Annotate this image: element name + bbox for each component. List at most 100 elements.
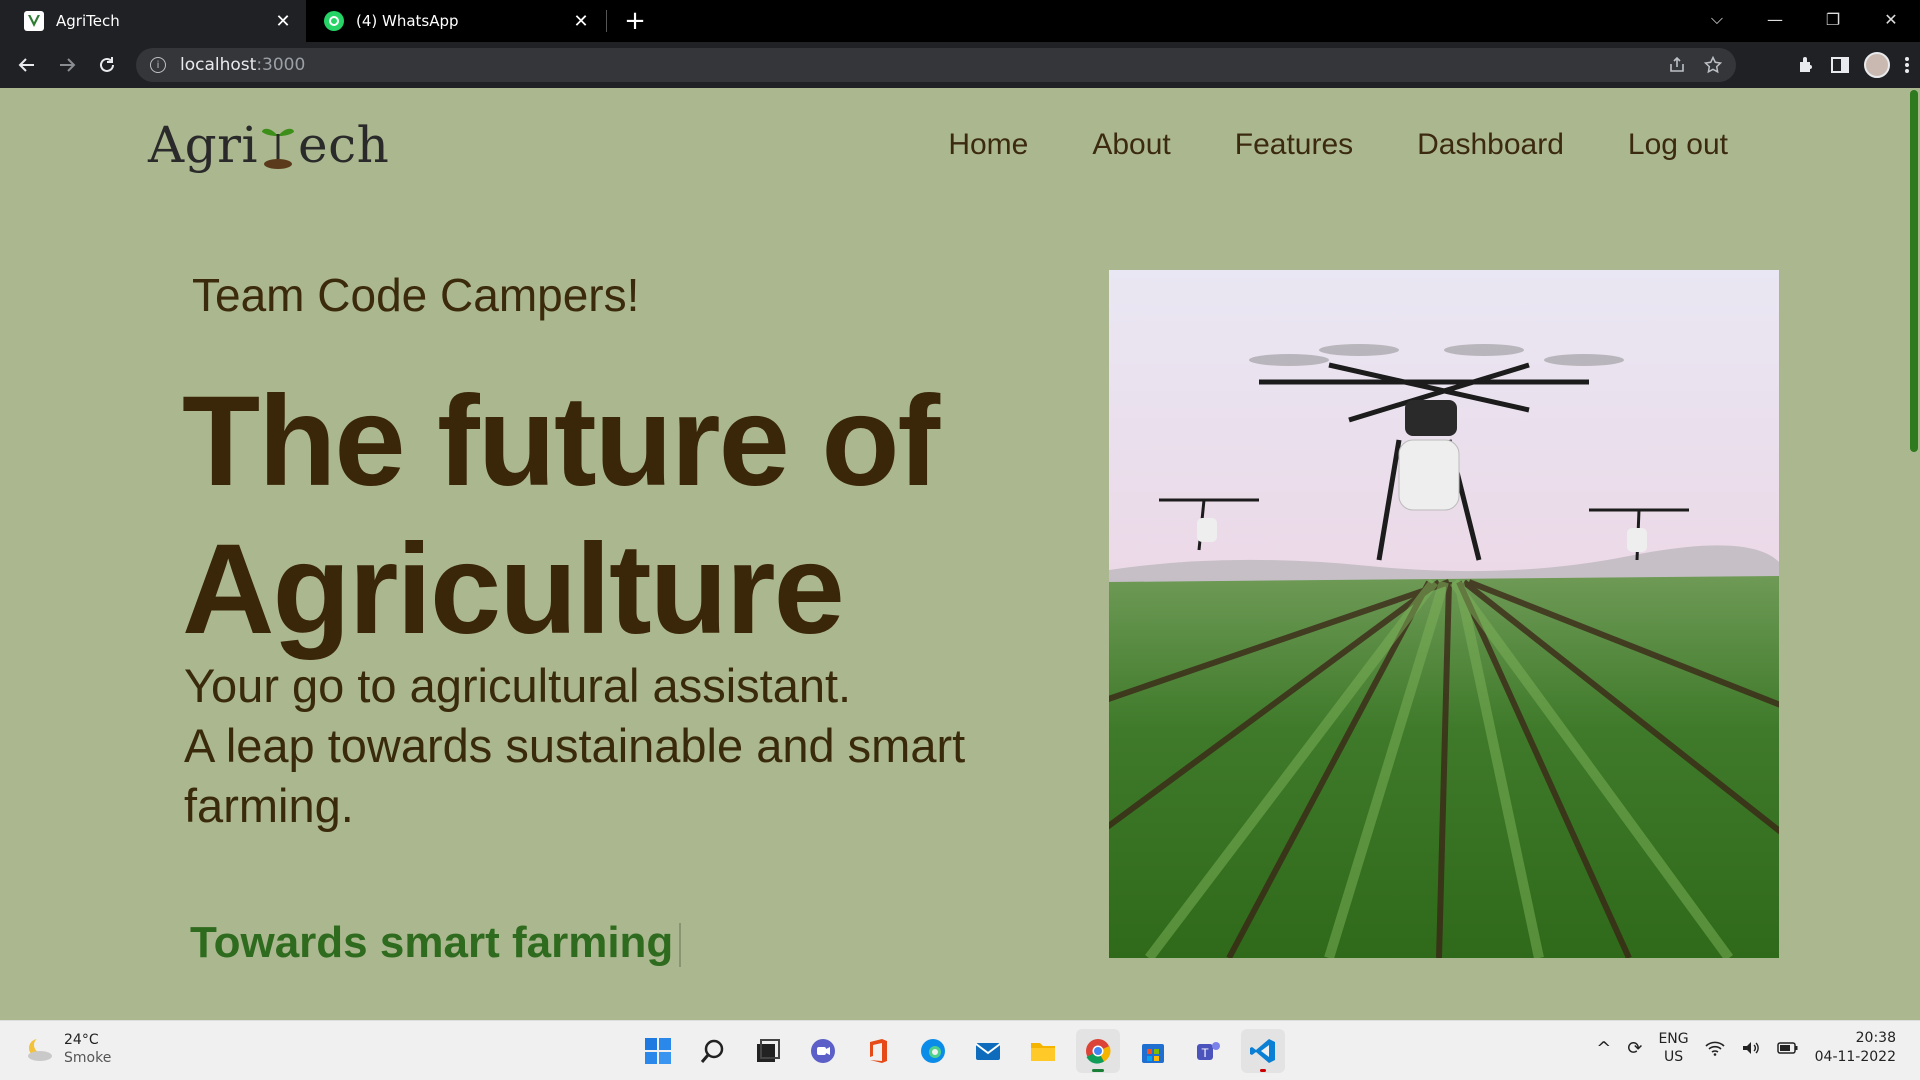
active-indicator: [1260, 1069, 1266, 1072]
nav-logout-link[interactable]: Log out: [1628, 128, 1728, 162]
browser-toolbar: i localhost:3000: [0, 42, 1920, 88]
share-icon[interactable]: [1668, 56, 1686, 74]
tab-whatsapp[interactable]: (4) WhatsApp ✕: [306, 0, 604, 42]
reload-icon: [100, 57, 114, 72]
headline-line-1: The future of: [182, 370, 940, 513]
logo-text-left: Agri: [148, 116, 259, 174]
search-icon: [700, 1039, 724, 1063]
weather-text: 24°C Smoke: [64, 1031, 111, 1067]
text-cursor: [679, 923, 682, 968]
weather-condition: Smoke: [64, 1050, 112, 1066]
mail-icon: [975, 1043, 1001, 1060]
clock-time: 20:38: [1855, 1030, 1896, 1046]
headline-line-2: Agriculture: [182, 518, 845, 661]
site-navigation: Home About Features Dashboard Log out: [948, 128, 1728, 162]
bookmark-star-icon[interactable]: [1704, 56, 1722, 74]
vscode-app-button[interactable]: [1241, 1029, 1285, 1073]
active-indicator: [1092, 1069, 1104, 1072]
sprout-logo-icon: [260, 122, 296, 174]
store-icon: [1142, 1044, 1164, 1063]
chrome-app-button[interactable]: [1076, 1029, 1120, 1073]
agritech-favicon-icon: [24, 11, 44, 31]
subtext-line-2: A leap towards sustainable and smart far…: [184, 719, 966, 832]
tab-title: AgriTech: [56, 12, 120, 30]
close-icon[interactable]: ✕: [568, 8, 594, 34]
hero-subtext: Your go to agricultural assistant. A lea…: [184, 656, 1084, 836]
windows-taskbar: 24°C Smoke T ^ ⟳ ENG US 20:38 04-11-2022: [0, 1020, 1920, 1080]
address-bar[interactable]: i localhost:3000: [136, 48, 1736, 82]
file-explorer-button[interactable]: [1021, 1029, 1065, 1073]
page-scrollbar[interactable]: [1908, 88, 1920, 1020]
nav-features-link[interactable]: Features: [1235, 128, 1353, 162]
edge-app-button[interactable]: [911, 1029, 955, 1073]
edge-browser-icon: [921, 1039, 945, 1063]
clock[interactable]: 20:38 04-11-2022: [1815, 1029, 1896, 1067]
teams-app-button[interactable]: T: [1186, 1029, 1230, 1073]
clock-date: 04-11-2022: [1814, 1049, 1896, 1065]
profile-avatar[interactable]: [1864, 52, 1890, 78]
search-button[interactable]: [691, 1029, 735, 1073]
start-button[interactable]: [636, 1029, 680, 1073]
new-tab-button[interactable]: +: [620, 6, 650, 36]
vscode-icon: [1250, 1039, 1275, 1063]
weather-temp: 24°C: [64, 1032, 99, 1048]
nav-home-link[interactable]: Home: [948, 128, 1028, 162]
menu-kebab-icon[interactable]: [1904, 55, 1910, 75]
volume-icon[interactable]: [1741, 1040, 1761, 1056]
chevron-up-icon[interactable]: ^: [1596, 1038, 1611, 1059]
logo-text-right: ech: [298, 116, 390, 174]
url-host: localhost: [180, 55, 257, 75]
forward-button[interactable]: [50, 48, 84, 82]
teams-chat-icon: [811, 1039, 835, 1063]
chrome-icon: [1086, 1039, 1111, 1064]
lang-bottom: US: [1663, 1049, 1684, 1065]
typing-text-content: Towards smart farming: [190, 918, 674, 967]
weather-widget[interactable]: 24°C Smoke: [24, 1031, 111, 1067]
language-indicator[interactable]: ENG US: [1658, 1030, 1688, 1066]
site-info-icon[interactable]: i: [150, 57, 166, 73]
svg-text:T: T: [1201, 1046, 1209, 1060]
battery-icon[interactable]: [1776, 1041, 1799, 1055]
folder-icon: [1031, 1043, 1055, 1061]
team-tagline: Team Code Campers!: [192, 269, 640, 321]
chat-app-button[interactable]: [801, 1029, 845, 1073]
extensions-puzzle-icon[interactable]: [1796, 55, 1816, 75]
url-port: :3000: [256, 55, 306, 75]
windows-start-icon: [645, 1038, 671, 1064]
store-app-button[interactable]: [1131, 1029, 1175, 1073]
wifi-icon[interactable]: [1705, 1040, 1725, 1056]
task-view-button[interactable]: [746, 1029, 790, 1073]
mail-app-button[interactable]: [966, 1029, 1010, 1073]
minimize-button[interactable]: —: [1746, 0, 1804, 38]
lang-top: ENG: [1658, 1031, 1689, 1047]
drones-farm-image: [1109, 270, 1779, 958]
scrollbar-thumb[interactable]: [1910, 90, 1918, 452]
whatsapp-favicon-icon: [324, 11, 344, 31]
teams-icon: T: [1197, 1042, 1220, 1060]
page-content: Agri ech Home About Features Dashboard L…: [0, 88, 1908, 1020]
taskbar-apps: T: [636, 1029, 1285, 1073]
browser-tab-bar: AgriTech ✕ (4) WhatsApp ✕ + ⌵ — ❐ ✕: [0, 0, 1920, 42]
system-tray: ^ ⟳ ENG US 20:38 04-11-2022: [1596, 1029, 1896, 1067]
tab-title: (4) WhatsApp: [356, 12, 459, 30]
weather-moon-cloud-icon: [24, 1034, 54, 1064]
restore-button[interactable]: ❐: [1804, 0, 1862, 38]
tab-search-button[interactable]: ⌵: [1688, 0, 1746, 38]
hero-headline: The future of Agriculture: [182, 368, 940, 664]
nav-about-link[interactable]: About: [1092, 128, 1170, 162]
office-icon: [870, 1039, 887, 1063]
reload-button[interactable]: [90, 48, 124, 82]
url-text[interactable]: localhost:3000: [180, 55, 305, 75]
close-icon[interactable]: ✕: [270, 8, 296, 34]
sync-icon[interactable]: ⟳: [1627, 1038, 1642, 1059]
close-window-button[interactable]: ✕: [1862, 0, 1920, 38]
back-button[interactable]: [10, 48, 44, 82]
side-panel-icon[interactable]: [1830, 55, 1850, 75]
office-app-button[interactable]: [856, 1029, 900, 1073]
tab-agritech[interactable]: AgriTech ✕: [0, 0, 306, 42]
typing-text: Towards smart farming: [190, 918, 682, 968]
nav-dashboard-link[interactable]: Dashboard: [1417, 128, 1564, 162]
forward-arrow-icon: [60, 58, 76, 72]
agritech-logo[interactable]: Agri ech: [148, 116, 389, 174]
back-arrow-icon: [18, 58, 34, 72]
